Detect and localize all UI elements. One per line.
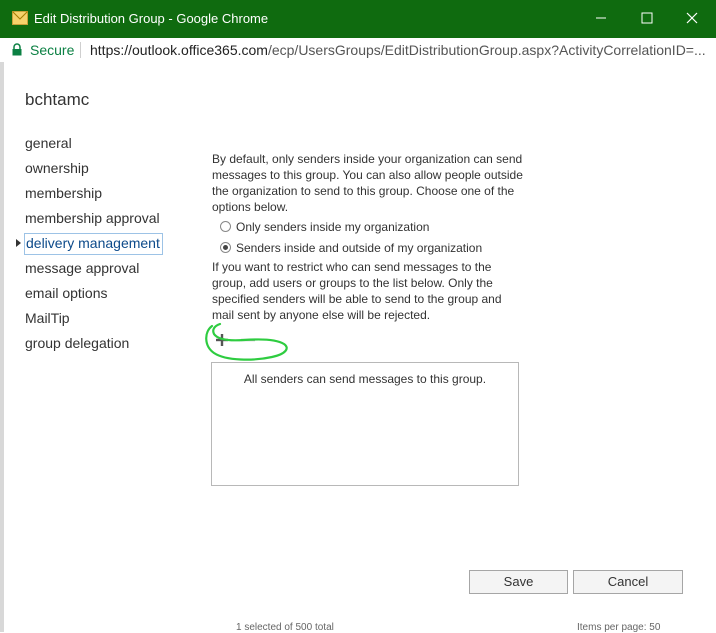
restrict-text: If you want to restrict who can send mes… bbox=[212, 260, 502, 322]
radio-inside-outside[interactable] bbox=[220, 242, 231, 253]
envelope-icon bbox=[12, 11, 28, 25]
close-window-button[interactable] bbox=[675, 6, 709, 30]
nav-item-group-delegation[interactable]: group delegation bbox=[25, 334, 129, 354]
window-title: Edit Distribution Group - Google Chrome bbox=[34, 11, 269, 26]
allowed-senders-list[interactable]: All senders can send messages to this gr… bbox=[211, 362, 519, 486]
nav-item-general[interactable]: general bbox=[25, 134, 72, 154]
maximize-button[interactable] bbox=[630, 6, 664, 30]
minimize-button[interactable] bbox=[584, 6, 618, 30]
maximize-icon bbox=[641, 12, 653, 24]
nav-item-ownership[interactable]: ownership bbox=[25, 159, 89, 179]
address-bar[interactable]: Secure https://outlook.office365.com/ecp… bbox=[0, 38, 716, 62]
url-path: /ecp/UsersGroups/EditDistributionGroup.a… bbox=[267, 42, 706, 58]
nav-item-email-options[interactable]: email options bbox=[25, 284, 108, 304]
nav-item-membership[interactable]: membership bbox=[25, 184, 102, 204]
lock-icon bbox=[12, 43, 22, 56]
close-icon bbox=[686, 12, 698, 24]
secure-label: Secure bbox=[30, 42, 75, 58]
url-origin: https://outlook.office365.com bbox=[90, 42, 268, 58]
address-separator bbox=[80, 42, 81, 58]
option-inside-outside-label: Senders inside and outside of my organiz… bbox=[236, 241, 483, 255]
option-inside-only-label: Only senders inside my organization bbox=[236, 220, 430, 234]
nav-item-mailtip[interactable]: MailTip bbox=[25, 309, 70, 329]
empty-list-message: All senders can send messages to this gr… bbox=[243, 372, 487, 386]
url-text[interactable]: https://outlook.office365.com/ecp/UsersG… bbox=[90, 41, 706, 59]
radio-inside-only[interactable] bbox=[220, 221, 231, 232]
selected-arrow-icon bbox=[16, 239, 21, 247]
nav-item-membership-approval[interactable]: membership approval bbox=[25, 209, 160, 229]
page-title: bchtamc bbox=[25, 90, 90, 109]
window-titlebar: Edit Distribution Group - Google Chrome bbox=[0, 0, 716, 38]
intro-text: By default, only senders inside your org… bbox=[212, 152, 523, 214]
nav-item-message-approval[interactable]: message approval bbox=[25, 259, 139, 279]
nav-item-delivery-management[interactable]: delivery management bbox=[24, 233, 163, 255]
cancel-button[interactable]: Cancel bbox=[573, 570, 683, 594]
minimize-icon bbox=[596, 17, 606, 19]
save-button[interactable]: Save bbox=[469, 570, 568, 594]
green-annotation-circle bbox=[205, 322, 288, 361]
